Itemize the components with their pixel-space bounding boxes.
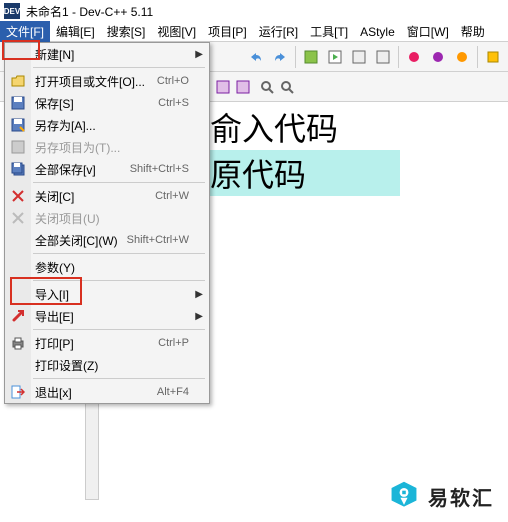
run-icon[interactable]: [324, 46, 346, 68]
menu-item-3[interactable]: 视图[V]: [151, 21, 202, 42]
menu-row-12[interactable]: 参数(Y): [5, 256, 209, 278]
saveas-icon: [9, 116, 27, 134]
menu-item-4[interactable]: 项目[P]: [202, 21, 253, 42]
menu-row-shortcut: Shift+Ctrl+W: [127, 234, 209, 246]
menu-row-label: 打印[P]: [35, 335, 158, 352]
menu-row-label: 关闭项目(U): [35, 210, 209, 227]
debug3-icon[interactable]: [451, 46, 473, 68]
menu-row-shortcut: Ctrl+P: [158, 337, 209, 349]
menu-row-4[interactable]: 另存为[A]...: [5, 114, 209, 136]
menu-row-label: 关闭[C]: [35, 188, 155, 205]
debug2-icon[interactable]: [427, 46, 449, 68]
menu-row-5: 另存项目为(T)...: [5, 136, 209, 158]
save-icon: [9, 94, 27, 112]
menu-item-9[interactable]: 帮助: [455, 21, 491, 42]
menu-row-label: 新建[N]: [35, 46, 209, 63]
submenu-arrow-icon: ▶: [195, 311, 203, 322]
menu-row-label: 全部关闭[C](W): [35, 232, 127, 249]
menu-row-label: 打印设置(Z): [35, 357, 209, 374]
search2-icon[interactable]: [279, 79, 295, 95]
submenu-arrow-icon: ▶: [195, 289, 203, 300]
menu-item-0[interactable]: 文件[F]: [0, 21, 50, 42]
menu-row-shortcut: Ctrl+S: [158, 97, 209, 109]
menu-item-5[interactable]: 运行[R]: [253, 21, 304, 42]
menu-row-20[interactable]: 退出[x]Alt+F4: [5, 381, 209, 403]
menu-row-9: 关闭项目(U): [5, 207, 209, 229]
menu-row-label: 另存为[A]...: [35, 117, 209, 134]
saveall-icon: [9, 160, 27, 178]
menu-row-label: 导出[E]: [35, 308, 209, 325]
menu-row-8[interactable]: 关闭[C]Ctrl+W: [5, 185, 209, 207]
saveproj-icon: [9, 138, 27, 156]
close-icon: [9, 187, 27, 205]
exit-icon: [9, 383, 27, 401]
print-icon: [9, 334, 27, 352]
menu-row-6[interactable]: 全部保存[v]Shift+Ctrl+S: [5, 158, 209, 180]
menu-row-label: 打开项目或文件[O]...: [35, 73, 157, 90]
open-icon: [9, 72, 27, 90]
menu-row-shortcut: Ctrl+O: [157, 75, 209, 87]
menu-row-18[interactable]: 打印设置(Z): [5, 354, 209, 376]
export-icon: [9, 307, 27, 325]
menu-row-label: 保存[S]: [35, 95, 158, 112]
undo-icon[interactable]: [245, 46, 267, 68]
watermark-icon: [388, 480, 420, 512]
compile-icon[interactable]: [300, 46, 322, 68]
menu-item-2[interactable]: 搜索[S]: [101, 21, 152, 42]
debug-icon[interactable]: [403, 46, 425, 68]
watermark-text: 易软汇: [428, 482, 494, 511]
search-icon[interactable]: [259, 79, 275, 95]
submenu-arrow-icon: ▶: [195, 49, 203, 60]
menu-item-8[interactable]: 窗口[W]: [401, 21, 455, 42]
menu-row-label: 导入[I]: [35, 286, 209, 303]
rebuild-icon[interactable]: [372, 46, 394, 68]
bookmark-icon[interactable]: [235, 79, 251, 95]
menubar: 文件[F]编辑[E]搜索[S]视图[V]项目[P]运行[R]工具[T]AStyl…: [0, 22, 508, 42]
menu-row-15[interactable]: 导出[E]▶: [5, 305, 209, 327]
menu-item-1[interactable]: 编辑[E]: [50, 21, 101, 42]
menu-row-14[interactable]: 导入[I]▶: [5, 283, 209, 305]
menu-row-3[interactable]: 保存[S]Ctrl+S: [5, 92, 209, 114]
menu-row-shortcut: Alt+F4: [157, 386, 209, 398]
menu-row-label: 全部保存[v]: [35, 161, 130, 178]
menu-row-label: 参数(Y): [35, 259, 209, 276]
watermark: 易软汇: [388, 480, 494, 512]
window-title: 未命名1 - Dev-C++ 5.11: [26, 3, 153, 20]
menu-row-10[interactable]: 全部关闭[C](W)Shift+Ctrl+W: [5, 229, 209, 251]
menu-row-0[interactable]: 新建[N]▶: [5, 43, 209, 65]
menu-row-2[interactable]: 打开项目或文件[O]...Ctrl+O: [5, 70, 209, 92]
menu-row-label: 另存项目为(T)...: [35, 139, 209, 156]
compile-run-icon[interactable]: [348, 46, 370, 68]
menu-row-label: 退出[x]: [35, 384, 157, 401]
closeproj-icon: [9, 209, 27, 227]
redo-icon[interactable]: [269, 46, 291, 68]
menu-row-17[interactable]: 打印[P]Ctrl+P: [5, 332, 209, 354]
app-icon: DEV: [4, 3, 20, 19]
goto-icon[interactable]: [215, 79, 231, 95]
file-menu-dropdown: 新建[N]▶打开项目或文件[O]...Ctrl+O保存[S]Ctrl+S另存为[…: [4, 42, 210, 404]
tool-icon[interactable]: [482, 46, 504, 68]
menu-item-6[interactable]: 工具[T]: [304, 21, 354, 42]
menu-item-7[interactable]: AStyle: [354, 23, 401, 41]
menu-row-shortcut: Ctrl+W: [155, 190, 209, 202]
menu-row-shortcut: Shift+Ctrl+S: [130, 163, 209, 175]
titlebar: DEV 未命名1 - Dev-C++ 5.11: [0, 0, 508, 22]
